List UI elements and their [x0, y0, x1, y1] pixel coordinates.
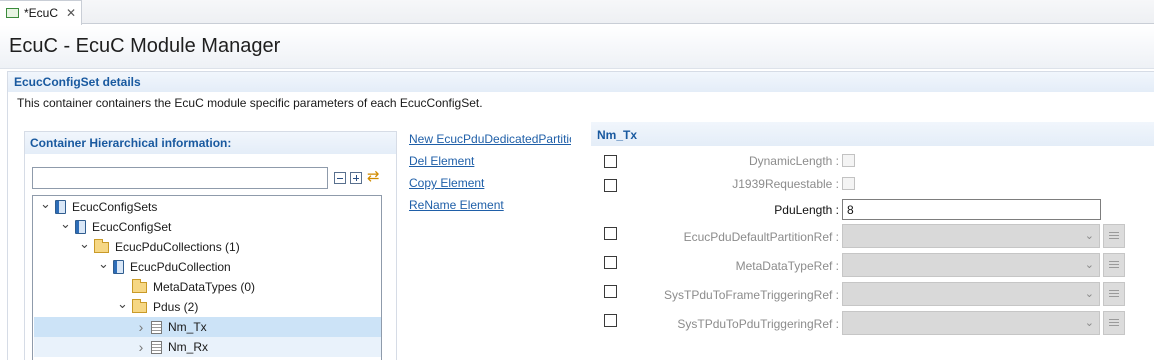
folder-icon [132, 278, 147, 293]
chevron-down-icon[interactable] [60, 219, 70, 235]
tree-item-ecucpducollection[interactable]: EcucPduCollection [34, 257, 381, 277]
chevron-down-icon: ⌄ [1084, 230, 1094, 242]
form-title: Nm_Tx [597, 128, 638, 142]
meta-data-type-select[interactable]: ⌄ [842, 253, 1100, 277]
tree-item-nm-rx[interactable]: Nm_Rx [34, 337, 381, 357]
tree-item-label: EcucConfigSet [92, 220, 172, 234]
frame-triggering-select[interactable]: ⌄ [842, 282, 1100, 306]
document-icon [151, 320, 162, 334]
chevron-right-icon[interactable] [136, 339, 146, 355]
form-header: Nm_Tx [591, 122, 1154, 146]
container-tree[interactable]: EcucConfigSets EcucConfigSet EcucPduColl… [32, 195, 382, 360]
section-description: This container containers the EcuC modul… [17, 96, 483, 110]
tree-item-ecucconfigsets[interactable]: EcucConfigSets [34, 197, 381, 217]
folder-icon [94, 238, 109, 253]
close-icon[interactable]: ✕ [66, 6, 76, 20]
j1939-enable-checkbox[interactable] [604, 179, 617, 192]
j1939-requestable-checkbox[interactable] [842, 177, 855, 190]
tree-item-label: EcucConfigSets [72, 200, 158, 214]
new-element-link[interactable]: New EcucPduDedicatedPartition [409, 132, 571, 146]
chevron-down-icon[interactable] [79, 239, 89, 255]
tree-item-label: Pdus (2) [153, 300, 199, 314]
rename-element-link[interactable]: ReName Element [409, 198, 504, 212]
tree-item-label: Nm_Tx [168, 320, 207, 334]
chevron-down-icon: ⌄ [1084, 317, 1094, 329]
tree-filter-input[interactable] [32, 167, 328, 189]
frame-triggering-label: SysTPduToFrameTriggeringRef : [664, 288, 839, 302]
pdu-triggering-select[interactable]: ⌄ [842, 311, 1100, 335]
tree-item-label: EcucPduCollection [130, 260, 231, 274]
dynamic-length-enable-checkbox[interactable] [604, 155, 617, 168]
meta-data-type-label: MetaDataTypeRef : [735, 259, 839, 273]
document-icon [151, 340, 162, 354]
page-header: EcuC - EcuC Module Manager [0, 25, 1154, 69]
module-icon [75, 220, 86, 234]
meta-data-type-enable-checkbox[interactable] [604, 256, 617, 269]
tree-item-label: MetaDataTypes (0) [153, 280, 256, 294]
tree-item-pdus[interactable]: Pdus (2) [34, 297, 381, 317]
section-header: EcucConfigSet details [8, 72, 1154, 92]
copy-element-link[interactable]: Copy Element [409, 176, 484, 190]
module-icon [55, 200, 66, 214]
default-partition-browse-button[interactable] [1103, 224, 1125, 248]
default-partition-enable-checkbox[interactable] [604, 227, 617, 240]
chevron-down-icon: ⌄ [1084, 288, 1094, 300]
meta-data-type-browse-button[interactable] [1103, 253, 1125, 277]
editor-icon [6, 8, 19, 18]
default-partition-select[interactable]: ⌄ [842, 224, 1100, 248]
tree-item-metadatatypes[interactable]: MetaDataTypes (0) [34, 277, 381, 297]
pdu-triggering-browse-button[interactable] [1103, 311, 1125, 335]
folder-icon [132, 298, 147, 313]
panel-title: Container Hierarchical information: [30, 136, 232, 150]
pdu-triggering-label: SysTPduToPduTriggeringRef : [677, 317, 839, 331]
tree-item-ecucconfigset[interactable]: EcucConfigSet [34, 217, 381, 237]
link-with-editor-icon[interactable]: ⇄ [367, 169, 380, 184]
expand-all-icon[interactable] [350, 172, 362, 184]
frame-triggering-enable-checkbox[interactable] [604, 285, 617, 298]
chevron-down-icon[interactable] [117, 299, 127, 315]
tree-item-label: EcucPduCollections (1) [115, 240, 240, 254]
default-partition-label: EcucPduDefaultPartitionRef : [683, 230, 839, 244]
chevron-down-icon: ⌄ [1084, 259, 1094, 271]
chevron-down-icon[interactable] [98, 259, 108, 275]
j1939-requestable-label: J1939Requestable : [732, 177, 839, 191]
tree-item-ecucpducollections[interactable]: EcucPduCollections (1) [34, 237, 381, 257]
chevron-down-icon[interactable] [40, 199, 50, 215]
dynamic-length-checkbox[interactable] [842, 154, 855, 167]
tree-item-label: Nm_Rx [168, 340, 209, 354]
page-title: EcuC - EcuC Module Manager [9, 35, 281, 57]
chevron-right-icon[interactable] [136, 319, 146, 335]
collapse-all-icon[interactable] [334, 172, 346, 184]
module-icon [113, 260, 124, 274]
del-element-link[interactable]: Del Element [409, 154, 474, 168]
panel-header: Container Hierarchical information: [25, 132, 396, 154]
tab-label: *EcuC [24, 6, 59, 20]
pdu-length-input[interactable] [842, 199, 1101, 220]
section-title: EcucConfigSet details [14, 75, 141, 89]
pdu-length-label: PduLength : [774, 203, 839, 217]
dynamic-length-label: DynamicLength : [748, 154, 839, 168]
pdu-triggering-enable-checkbox[interactable] [604, 314, 617, 327]
tab-ecuc[interactable]: *EcuC ✕ [0, 0, 82, 25]
editor-tab-strip: *EcuC ✕ [0, 0, 1154, 25]
frame-triggering-browse-button[interactable] [1103, 282, 1125, 306]
tree-item-nm-tx[interactable]: Nm_Tx [34, 317, 381, 337]
